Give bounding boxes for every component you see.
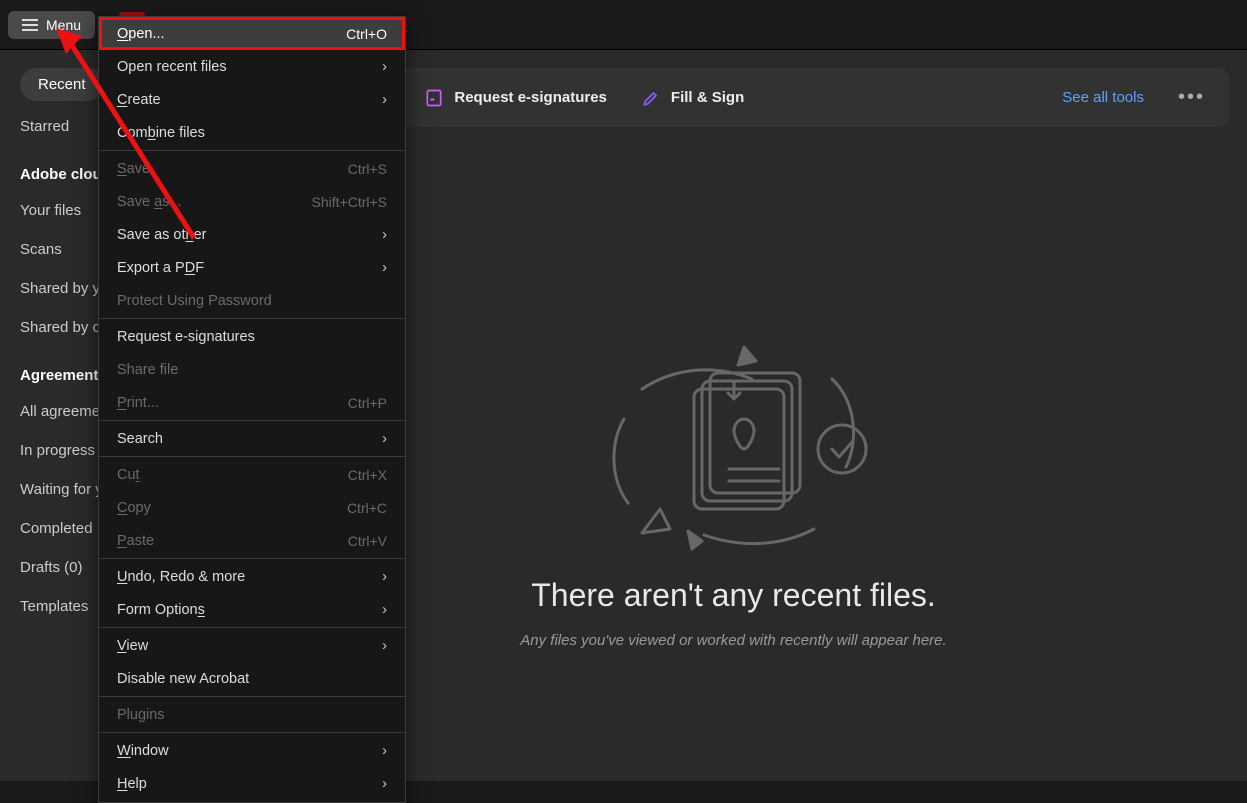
menu-item-plugins: Plugins: [99, 698, 405, 731]
chevron-right-icon: ›: [382, 602, 387, 618]
chevron-right-icon: ›: [382, 92, 387, 108]
menu-item-share-file: Share file: [99, 353, 405, 386]
menu-label: Menu: [46, 17, 81, 33]
more-tools-button[interactable]: •••: [1178, 86, 1205, 109]
chevron-right-icon: ›: [382, 260, 387, 276]
menu-item-view[interactable]: View ›: [99, 629, 405, 662]
signature-icon: [424, 88, 444, 108]
chevron-right-icon: ›: [382, 776, 387, 792]
menu-item-protect-password: Protect Using Password: [99, 284, 405, 317]
hamburger-icon: [22, 19, 38, 31]
chevron-right-icon: ›: [382, 227, 387, 243]
tool-fill-sign[interactable]: Fill & Sign: [641, 88, 744, 108]
sidebar-item-recent[interactable]: Recent: [20, 68, 104, 101]
menu-item-request-signatures[interactable]: Request e-signatures: [99, 320, 405, 353]
menu-item-search[interactable]: Search ›: [99, 422, 405, 455]
chevron-right-icon: ›: [382, 569, 387, 585]
empty-illustration-icon: [584, 339, 884, 559]
menu-item-open[interactable]: Open... Ctrl+O: [99, 17, 405, 50]
menu-item-help[interactable]: Help ›: [99, 767, 405, 800]
menu-item-disable-new-acrobat[interactable]: Disable new Acrobat: [99, 662, 405, 695]
main-menu-dropdown: Open... Ctrl+O Open recent files › Creat…: [98, 16, 406, 803]
menu-item-save-as: Save as... Shift+Ctrl+S: [99, 185, 405, 218]
menu-item-paste: Paste Ctrl+V: [99, 524, 405, 557]
menu-item-export-pdf[interactable]: Export a PDF ›: [99, 251, 405, 284]
menu-item-combine-files[interactable]: Combine files: [99, 116, 405, 149]
menu-item-form-options[interactable]: Form Options ›: [99, 593, 405, 626]
empty-title: There aren't any recent files.: [531, 577, 936, 614]
shortcut-label: Ctrl+O: [346, 26, 387, 42]
menu-button[interactable]: Menu: [8, 11, 95, 39]
pen-icon: [641, 88, 661, 108]
tool-fill-label: Fill & Sign: [671, 89, 744, 106]
chevron-right-icon: ›: [382, 743, 387, 759]
menu-item-save-as-other[interactable]: Save as other ›: [99, 218, 405, 251]
menu-item-create[interactable]: Create ›: [99, 83, 405, 116]
menu-item-print: Print... Ctrl+P: [99, 386, 405, 419]
menu-item-open-recent[interactable]: Open recent files ›: [99, 50, 405, 83]
chevron-right-icon: ›: [382, 59, 387, 75]
tool-request-label: Request e-signatures: [454, 89, 607, 106]
empty-subtitle: Any files you've viewed or worked with r…: [520, 632, 946, 649]
menu-item-save: Save Ctrl+S: [99, 152, 405, 185]
tool-request-signatures[interactable]: Request e-signatures: [424, 88, 607, 108]
chevron-right-icon: ›: [382, 431, 387, 447]
chevron-right-icon: ›: [382, 638, 387, 654]
menu-item-cut: Cut Ctrl+X: [99, 458, 405, 491]
menu-item-window[interactable]: Window ›: [99, 734, 405, 767]
menu-item-copy: Copy Ctrl+C: [99, 491, 405, 524]
menu-item-undo-redo[interactable]: Undo, Redo & more ›: [99, 560, 405, 593]
see-all-tools-link[interactable]: See all tools: [1062, 89, 1144, 106]
